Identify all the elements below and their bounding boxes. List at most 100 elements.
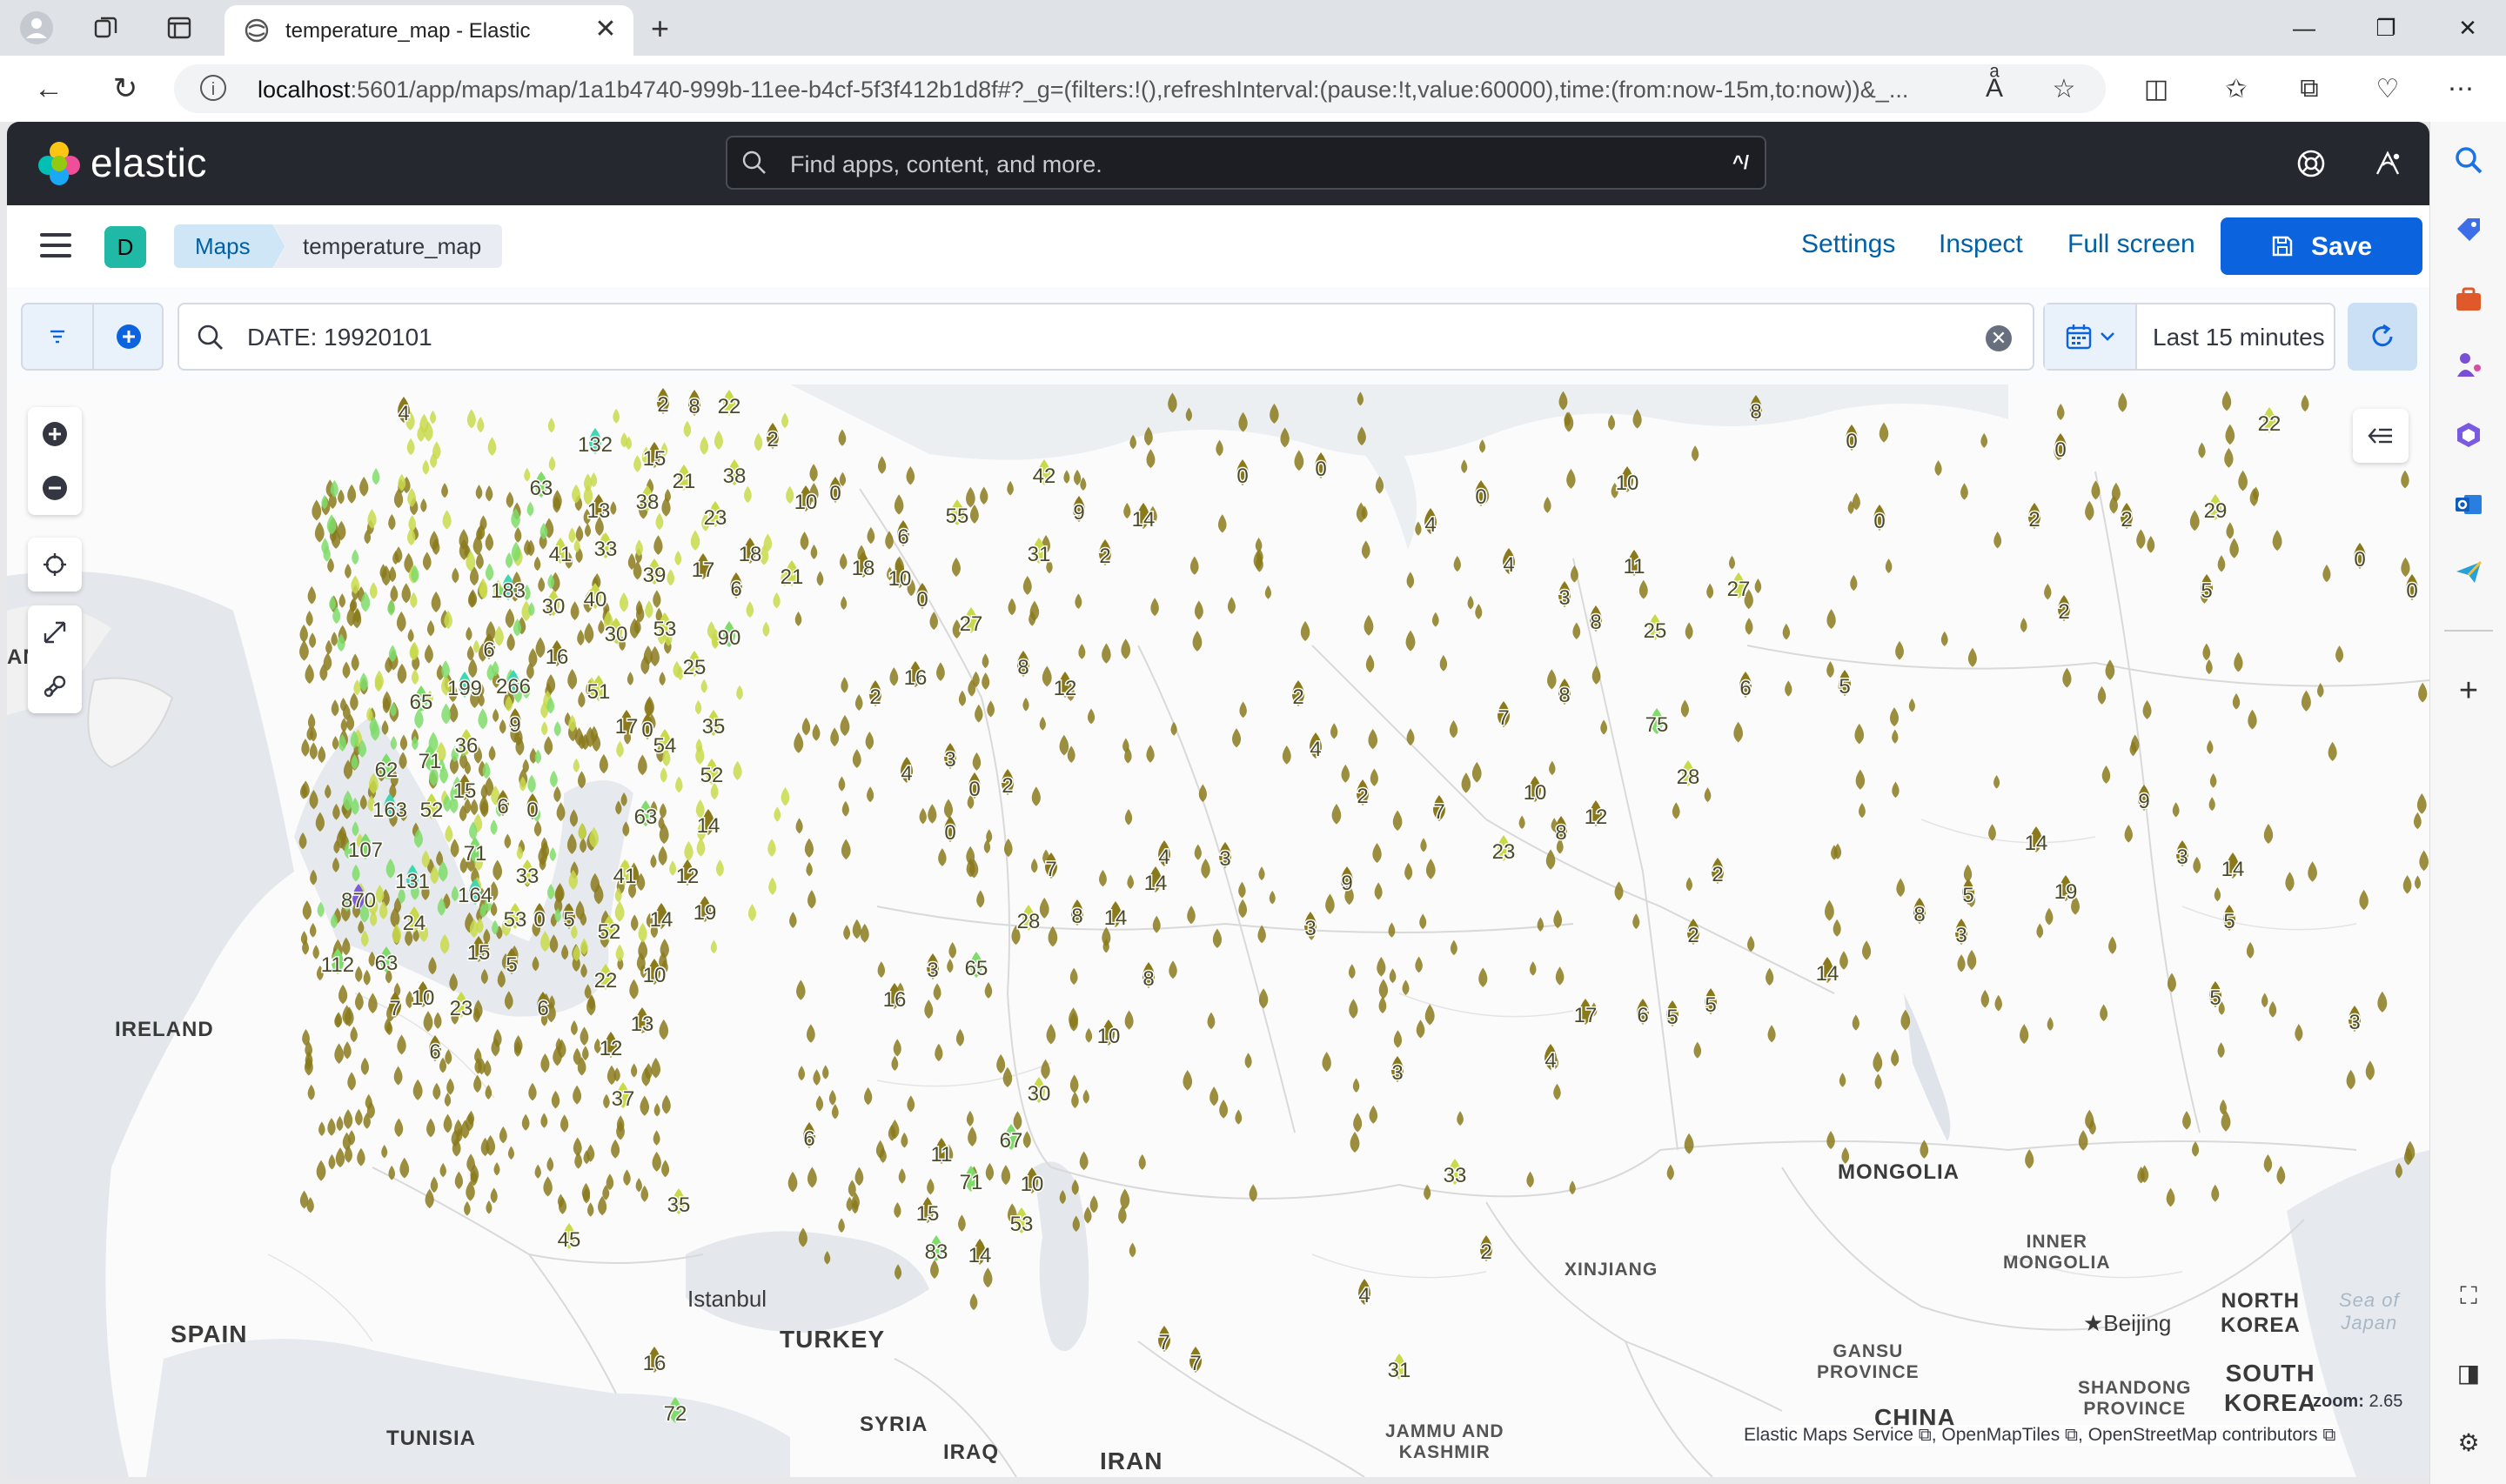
temperature-drop[interactable] [325,784,332,799]
temperature-drop[interactable] [794,732,804,753]
temperature-drop[interactable] [1102,643,1111,664]
temperature-drop[interactable] [1479,439,1486,453]
temperature-drop[interactable] [2316,683,2324,698]
temperature-marker[interactable]: 21 [671,465,697,495]
temperature-drop[interactable] [1330,723,1338,739]
temperature-drop[interactable] [796,979,806,1000]
temperature-marker[interactable]: 8 [1016,651,1030,681]
temperature-marker[interactable]: 7 [1432,795,1446,826]
temperature-drop[interactable] [1079,1151,1089,1171]
temperature-drop[interactable] [2224,447,2234,468]
temperature-drop[interactable] [968,1126,977,1146]
clear-query-icon[interactable]: ✕ [1986,325,2012,351]
temperature-drop[interactable] [2248,709,2257,730]
temperature-drop[interactable] [312,499,322,521]
temperature-drop[interactable] [1072,1215,1080,1232]
temperature-drop[interactable] [1168,392,1177,413]
temperature-drop[interactable] [838,776,846,792]
temperature-drop[interactable] [975,704,983,723]
temperature-drop[interactable] [442,510,452,530]
attribution-openmaptiles[interactable]: OpenMapTiles [1941,1425,2060,1445]
collections-icon[interactable]: ⧉ [2290,70,2328,108]
temperature-drop[interactable] [1080,477,1087,491]
temperature-marker[interactable]: 0 [2405,574,2419,605]
temperature-drop[interactable] [684,841,694,861]
temperature-drop[interactable] [1146,449,1156,469]
temperature-drop[interactable] [1684,1133,1694,1154]
temperature-drop[interactable] [445,825,453,843]
temperature-drop[interactable] [733,760,742,780]
temperature-drop[interactable] [852,919,861,939]
temperature-marker[interactable]: 10 [1522,776,1548,806]
temperature-drop[interactable] [1264,585,1272,599]
temperature-drop[interactable] [492,859,503,881]
temperature-drop[interactable] [368,993,378,1014]
temperature-drop[interactable] [2401,470,2409,489]
temperature-drop[interactable] [1934,460,1942,477]
temperature-marker[interactable]: 16 [641,1347,667,1377]
back-button[interactable]: ← [28,68,70,110]
temperature-marker[interactable]: 38 [721,459,747,490]
temperature-drop[interactable] [1143,426,1153,446]
temperature-drop[interactable] [615,944,624,962]
temperature-marker[interactable]: 22 [593,964,619,994]
temperature-drop[interactable] [2205,658,2213,675]
temperature-marker[interactable]: 6 [729,572,743,603]
temperature-drop[interactable] [309,789,318,810]
temperature-drop[interactable] [1129,1242,1136,1258]
temperature-drop[interactable] [586,1202,594,1217]
temperature-drop[interactable] [633,455,641,472]
temperature-drop[interactable] [360,1057,370,1076]
temperature-marker[interactable]: 24 [401,906,427,937]
temperature-marker[interactable]: 10 [1096,1019,1122,1050]
temperature-drop[interactable] [1207,1012,1216,1030]
temperature-drop[interactable] [336,1115,344,1132]
temperature-drop[interactable] [1083,1207,1092,1224]
workspaces-icon[interactable] [87,9,125,47]
temperature-marker[interactable]: 2 [1686,919,1700,949]
temperature-marker[interactable]: 18 [737,538,763,568]
temperature-drop[interactable] [1691,445,1699,462]
temperature-drop[interactable] [1352,1078,1360,1093]
temperature-drop[interactable] [488,745,496,761]
temperature-drop[interactable] [1216,439,1223,457]
temperature-drop[interactable] [650,854,657,868]
temperature-drop[interactable] [504,833,512,849]
temperature-drop[interactable] [1885,558,1893,573]
temperature-drop[interactable] [325,639,332,655]
temperature-drop[interactable] [521,1113,530,1131]
temperature-drop[interactable] [1693,1041,1702,1059]
temperature-drop[interactable] [431,591,441,613]
temperature-drop[interactable] [480,968,488,985]
temperature-marker[interactable]: 19 [692,896,718,926]
temperature-drop[interactable] [399,1157,410,1179]
temperature-drop[interactable] [486,1200,492,1214]
temperature-drop[interactable] [1553,1083,1561,1100]
temperature-drop[interactable] [611,1139,620,1159]
temperature-drop[interactable] [372,468,380,485]
temperature-drop[interactable] [359,476,369,497]
temperature-drop[interactable] [397,663,407,685]
temperature-marker[interactable]: 0 [915,583,929,613]
temperature-drop[interactable] [385,858,396,879]
temperature-drop[interactable] [472,639,479,653]
temperature-drop[interactable] [985,1162,995,1181]
temperature-marker[interactable]: 15 [915,1197,941,1227]
temperature-drop[interactable] [1826,1131,1835,1150]
temperature-drop[interactable] [445,1049,452,1065]
temperature-drop[interactable] [2401,557,2410,578]
temperature-drop[interactable] [407,628,414,643]
temperature-marker[interactable]: 28 [1015,905,1042,935]
temperature-drop[interactable] [812,723,821,741]
temperature-marker[interactable]: 33 [1442,1159,1468,1189]
temperature-drop[interactable] [1402,979,1410,995]
temperature-drop[interactable] [1405,630,1416,652]
map-canvas[interactable]: 4 2 8 22 2 132 15 21 38 63 10 0 13 38 23 41 33 18 39 17 6 21 1… [7,384,2429,1477]
temperature-drop[interactable] [307,585,317,605]
temperature-drop[interactable] [1526,1171,1534,1188]
temperature-drop[interactable] [1980,432,1988,448]
temperature-drop[interactable] [1183,1070,1193,1091]
temperature-drop[interactable] [891,1055,899,1071]
temperature-marker[interactable]: 14 [967,1239,993,1269]
temperature-drop[interactable] [1570,565,1578,583]
